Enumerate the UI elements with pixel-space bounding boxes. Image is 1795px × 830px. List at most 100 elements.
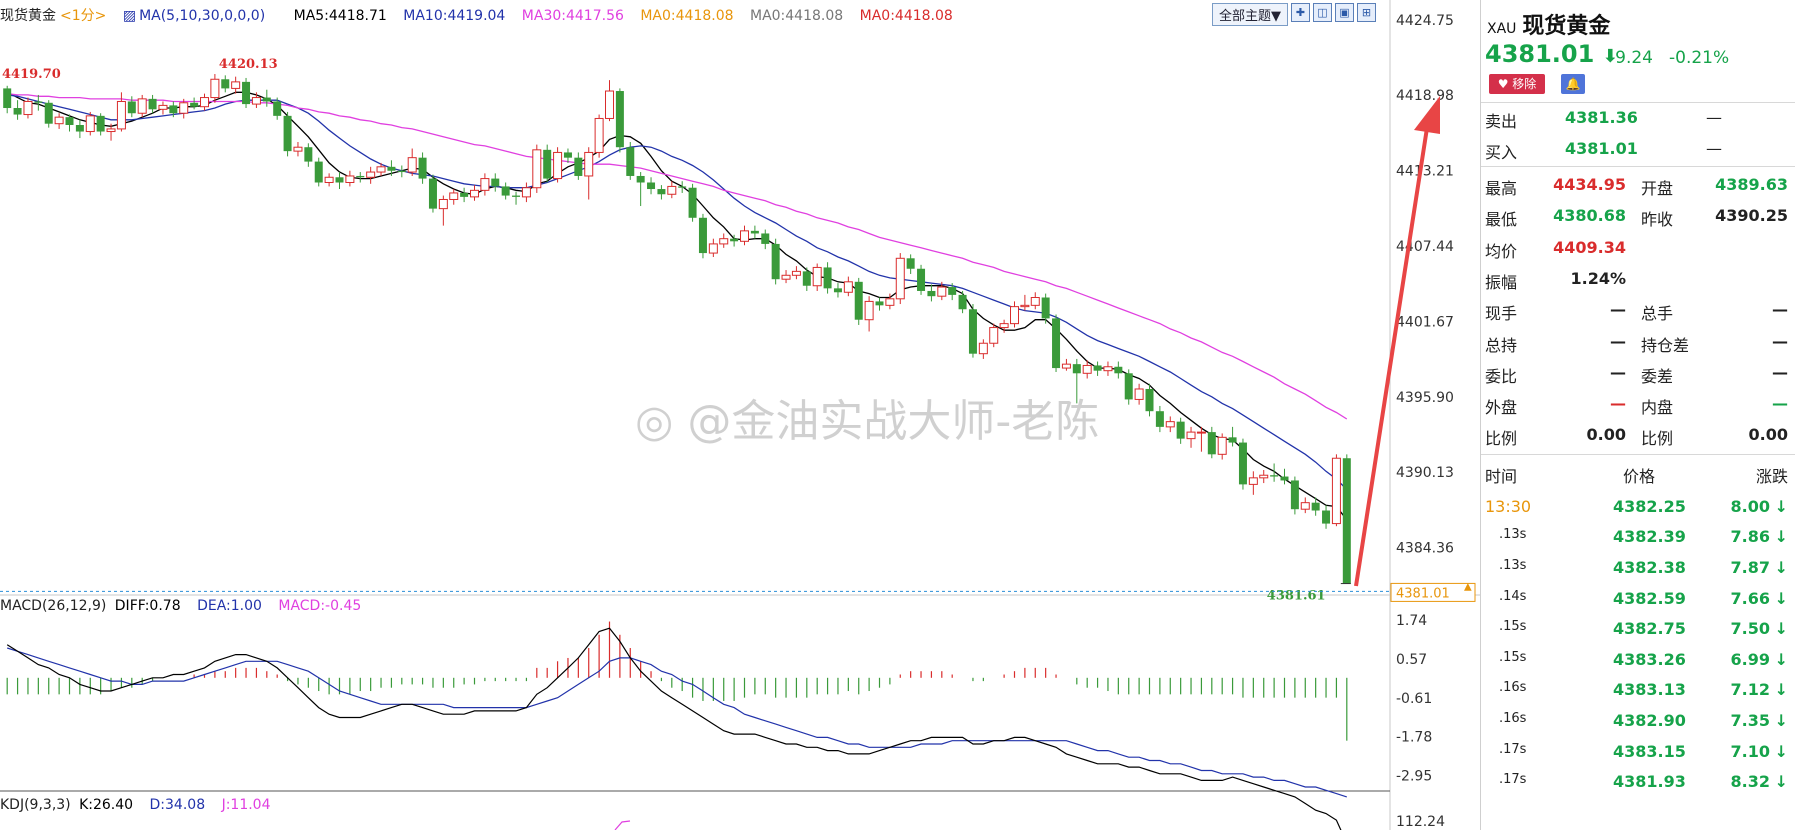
candle-body xyxy=(667,185,677,195)
weibo-watermark: ◎ @金油实战大师-老陈 xyxy=(635,396,1100,447)
candle-body xyxy=(1093,365,1102,371)
candle-body xyxy=(449,192,459,200)
stat-row: 外盘 — 内盘 — xyxy=(1481,388,1795,418)
tick-change: 7.66 xyxy=(1730,588,1770,608)
tick-price: 4383.15 xyxy=(1613,741,1686,761)
candle-body xyxy=(262,97,271,102)
y-tick-label: 4413.21 xyxy=(1396,164,1454,180)
kdj-spec: KDJ(9,3,3) xyxy=(0,797,71,813)
instrument-title: XAU 现货黄金 xyxy=(1487,8,1610,40)
tick-time: .13s xyxy=(1499,557,1527,573)
chart-area[interactable]: 4424.75 4418.98 4413.21 4407.44 4401.67 4395.… xyxy=(0,0,1480,830)
instrument-label: 现货黄金 xyxy=(0,8,56,24)
tick-row[interactable]: .16s 4382.90 7.35 ↓ xyxy=(1481,703,1795,737)
arrow-down-icon: ↓ xyxy=(1774,557,1788,577)
candle-body xyxy=(23,100,33,116)
high-price-label: 4420.13 xyxy=(219,57,278,72)
macd-tick-label: 1.74 xyxy=(1396,613,1427,629)
candle-body xyxy=(397,170,406,173)
fullscreen-icon[interactable]: ⊞ xyxy=(1357,3,1376,22)
tick-time: .15s xyxy=(1499,649,1527,665)
tick-row[interactable]: .17s 4383.15 7.10 ↓ xyxy=(1481,734,1795,768)
stat-label: 均价 xyxy=(1485,241,1518,261)
stat-label: 最高 xyxy=(1485,179,1518,198)
stat-value: 4409.34 xyxy=(1553,237,1626,257)
candle-body xyxy=(989,327,999,344)
y-tick-label: 4390.13 xyxy=(1396,465,1454,481)
macd-dea: DEA:1.00 xyxy=(197,598,262,614)
candle-body xyxy=(605,90,614,119)
candle-body xyxy=(179,102,189,114)
candle-body xyxy=(823,267,832,289)
candle-body xyxy=(657,189,666,195)
macd-tick-label: 0.57 xyxy=(1396,652,1427,668)
stat-label: 外盘 xyxy=(1485,398,1518,418)
arrow-down-icon: ↓ xyxy=(1774,527,1788,547)
tick-change: 8.00 xyxy=(1730,496,1770,516)
tick-row[interactable]: .15s 4383.26 6.99 ↓ xyxy=(1481,642,1795,676)
candle-body xyxy=(137,98,147,114)
bell-icon: 🔔 xyxy=(1565,77,1581,91)
candle-body xyxy=(698,217,707,254)
tick-time: .15s xyxy=(1499,619,1527,635)
tick-row[interactable]: 13:30 4382.25 8.00 ↓ xyxy=(1481,489,1795,523)
split-view-icon[interactable]: ▣ xyxy=(1335,3,1354,22)
quote-panel: XAU 现货黄金 4381.01 ⬇ -9.24 -0.21% ♥ 移除 🔔 卖出… xyxy=(1480,0,1795,830)
candle-body xyxy=(1134,388,1144,400)
candle-body xyxy=(574,157,583,176)
tick-time: .14s xyxy=(1499,588,1527,604)
tick-change: 7.12 xyxy=(1730,680,1770,700)
tick-row[interactable]: .17s 4381.93 8.32 ↓ xyxy=(1481,764,1795,798)
remove-watchlist-button[interactable]: ♥ 移除 xyxy=(1489,74,1545,94)
stat-row: 委比 — 委差 — xyxy=(1481,357,1795,387)
candle-body xyxy=(273,101,282,116)
tick-price: 4382.59 xyxy=(1613,588,1686,608)
y-tick-label: 4384.36 xyxy=(1396,541,1454,557)
tick-row[interactable]: .14s 4382.59 7.66 ↓ xyxy=(1481,581,1795,615)
stat-label: 内盘 xyxy=(1641,398,1674,418)
candle-body xyxy=(1020,304,1030,308)
candle-body xyxy=(563,152,572,158)
arrow-down-icon: ↓ xyxy=(1774,741,1788,761)
candle-body xyxy=(169,105,178,114)
y-tick-label: 4395.90 xyxy=(1396,390,1454,406)
tick-price: 4382.38 xyxy=(1613,557,1686,577)
dea-line xyxy=(7,647,1347,798)
price-change: -9.24 xyxy=(1609,48,1653,68)
kdj-legend: KDJ(9,3,3) K:26.40 D:34.08 J:11.04 xyxy=(0,797,283,813)
tick-row[interactable]: .15s 4382.75 7.50 ↓ xyxy=(1481,611,1795,645)
stat-value: 4380.68 xyxy=(1553,206,1626,226)
candle-body xyxy=(917,268,926,291)
y-tick-label: 4424.75 xyxy=(1396,13,1454,29)
candle-body xyxy=(854,281,863,320)
theme-dropdown[interactable]: 全部主题▼ xyxy=(1212,3,1288,26)
candle-body xyxy=(1082,364,1092,374)
period-label[interactable]: <1分> xyxy=(60,8,106,24)
row-extra: — xyxy=(1706,108,1722,127)
arrow-down-icon: ↓ xyxy=(1774,619,1788,639)
candle-body xyxy=(221,79,230,89)
layout-grid-icon[interactable]: ◫ xyxy=(1313,3,1332,22)
candle-body xyxy=(480,178,490,191)
tick-price: 4383.26 xyxy=(1613,649,1686,669)
tick-change: 7.86 xyxy=(1730,527,1770,547)
tick-price: 4383.13 xyxy=(1613,680,1686,700)
candle-body xyxy=(543,149,552,179)
tick-row[interactable]: .13s 4382.39 7.86 ↓ xyxy=(1481,519,1795,553)
stat-value: 4390.25 xyxy=(1715,206,1788,226)
arrow-down-icon: ↓ xyxy=(1774,588,1788,608)
tick-row[interactable]: .16s 4383.13 7.12 ↓ xyxy=(1481,672,1795,706)
candle-body xyxy=(324,176,334,183)
bid-ask-row: 卖出 4381.36 — xyxy=(1481,102,1795,132)
candle-body xyxy=(730,238,739,242)
main-legend: 现货黄金 <1分> ▨ MA(5,10,30,0,0,0) MA5:4418.71 … xyxy=(0,5,965,25)
tick-row[interactable]: .13s 4382.38 7.87 ↓ xyxy=(1481,550,1795,584)
candle-body xyxy=(958,294,967,310)
alert-button[interactable]: 🔔 xyxy=(1561,74,1585,94)
crosshair-icon[interactable]: ✚ xyxy=(1291,3,1310,22)
ma-spec-label[interactable]: ▨ MA(5,10,30,0,0,0) xyxy=(123,8,277,24)
candle-body xyxy=(678,186,687,188)
candle-body xyxy=(376,166,386,173)
tick-time: .17s xyxy=(1499,772,1527,788)
stat-value: 4389.63 xyxy=(1715,175,1788,194)
